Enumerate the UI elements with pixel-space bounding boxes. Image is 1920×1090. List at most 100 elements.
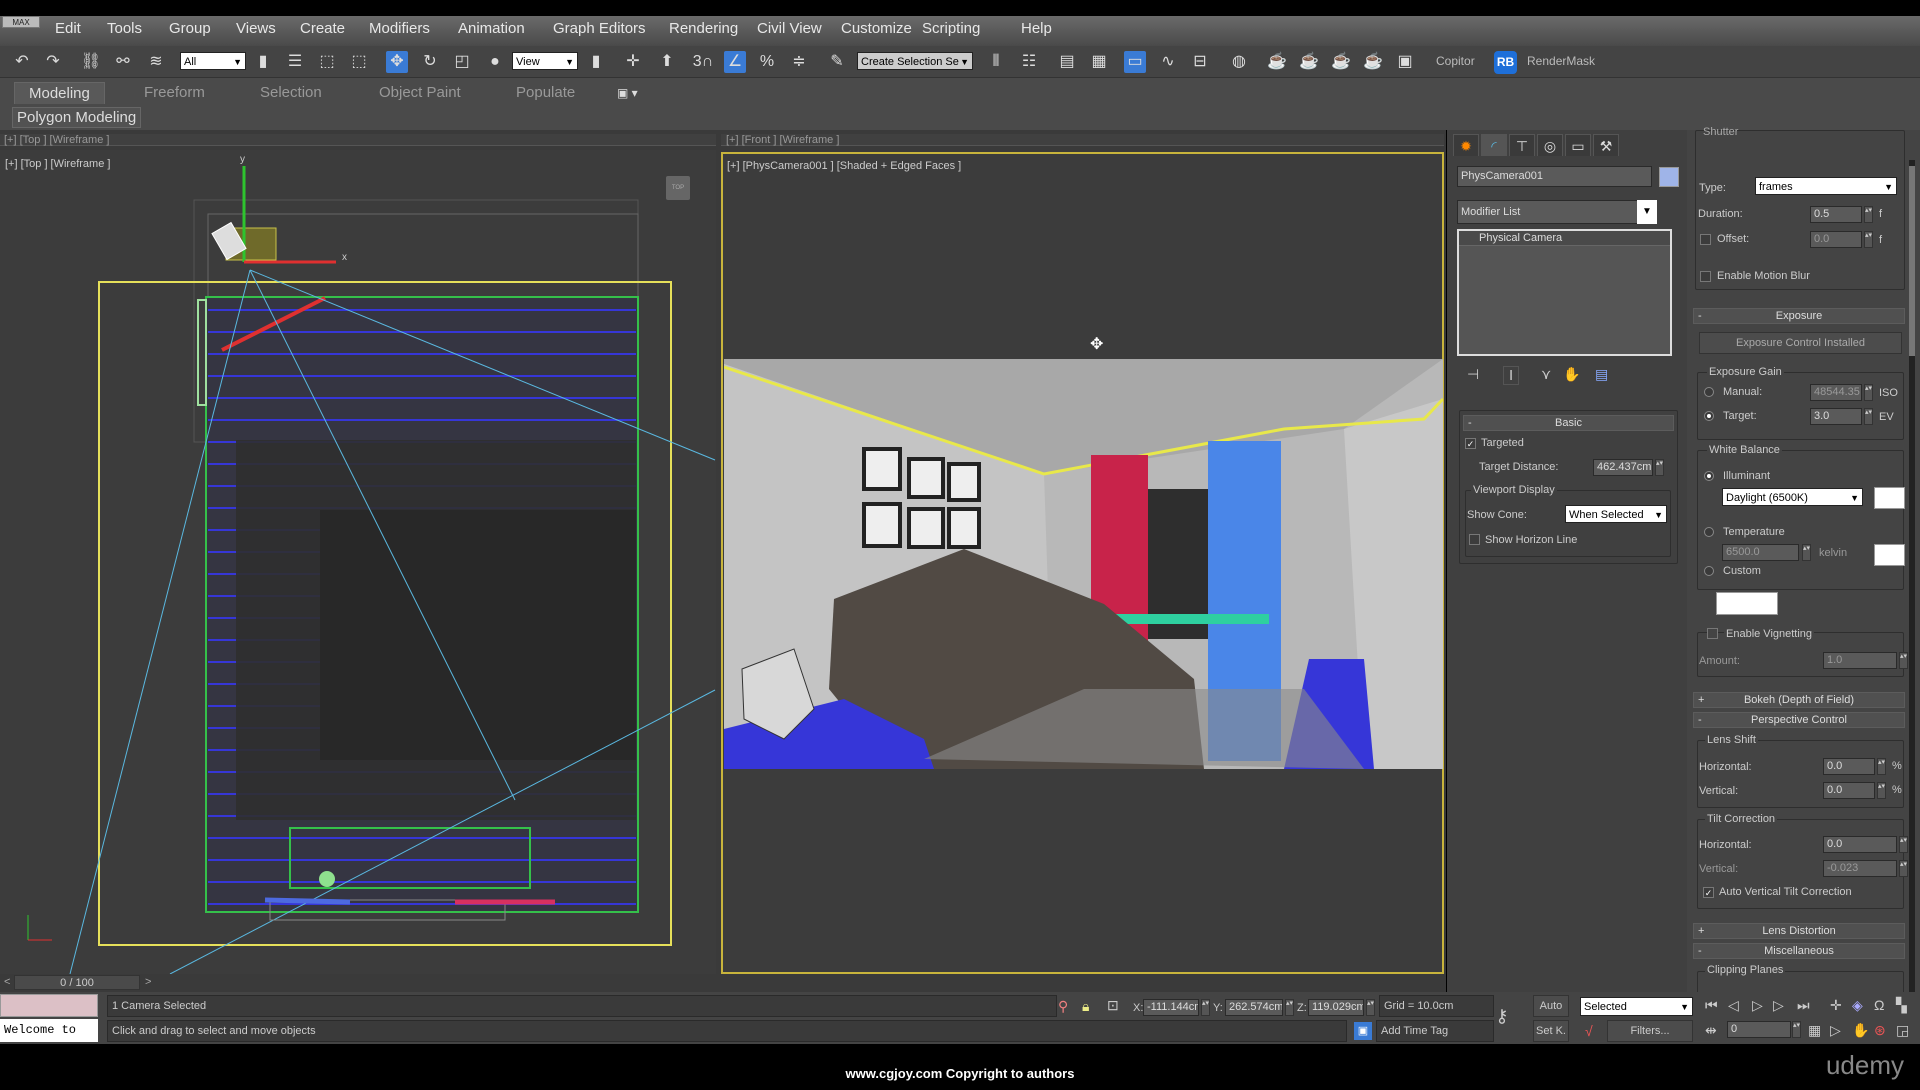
- temperature-color-swatch[interactable]: [1874, 544, 1905, 566]
- tilt-horizontal-spinner[interactable]: ▴▾: [1899, 836, 1908, 853]
- chevron-down-icon[interactable]: ▼: [1637, 200, 1657, 224]
- command-panel-scrollbar[interactable]: [1909, 160, 1915, 994]
- zoom-icon[interactable]: ✛: [1830, 997, 1842, 1014]
- front-mini-viewport-label[interactable]: [+] [Front ] [Wireframe ]: [726, 134, 839, 146]
- go-to-start-icon[interactable]: ⏮: [1705, 997, 1718, 1014]
- enable-motion-blur-checkbox[interactable]: [1700, 271, 1711, 282]
- maxscript-listener-input[interactable]: [0, 994, 98, 1017]
- rect-selection-icon[interactable]: ⬚: [316, 51, 338, 73]
- tab-populate[interactable]: Populate: [516, 84, 575, 101]
- orbit-icon[interactable]: Ω: [1874, 997, 1884, 1013]
- key-filter-dropdown[interactable]: Selected: [1580, 997, 1693, 1016]
- time-slider-thumb[interactable]: 0 / 100: [14, 975, 140, 990]
- unlink-icon[interactable]: ⚯: [112, 51, 134, 73]
- menu-civil-view[interactable]: Civil View: [757, 20, 822, 37]
- field-of-view-icon[interactable]: ▷: [1830, 1022, 1841, 1039]
- z-coordinate-field[interactable]: 119.029cm: [1308, 999, 1364, 1016]
- remove-modifier-icon[interactable]: ✋: [1563, 366, 1580, 383]
- time-slider-prev-button[interactable]: <: [4, 976, 10, 988]
- exposure-rollout-header[interactable]: - Exposure: [1693, 308, 1905, 324]
- schematic-view-icon[interactable]: ⊟: [1189, 51, 1211, 73]
- hierarchy-tab-icon[interactable]: ⊤: [1509, 134, 1535, 156]
- render-production-icon[interactable]: ☕: [1330, 51, 1352, 73]
- show-horizon-line-checkbox[interactable]: [1469, 534, 1480, 545]
- target-ev-field[interactable]: 3.0: [1810, 408, 1862, 425]
- absolute-relative-icon[interactable]: ⊡: [1107, 997, 1119, 1014]
- exposure-control-installed-button[interactable]: Exposure Control Installed: [1699, 332, 1902, 354]
- pan-hand-icon[interactable]: ✋: [1852, 1022, 1869, 1039]
- align-icon[interactable]: ☷: [1018, 51, 1040, 73]
- target-radio[interactable]: [1704, 411, 1714, 421]
- utilities-tab-icon[interactable]: ⚒: [1593, 134, 1619, 156]
- menu-create[interactable]: Create: [300, 20, 345, 37]
- offset-field[interactable]: 0.0: [1810, 231, 1862, 248]
- menu-group[interactable]: Group: [169, 20, 211, 37]
- tilt-vertical-field[interactable]: -0.023: [1823, 860, 1897, 877]
- tilt-vertical-spinner[interactable]: ▴▾: [1899, 860, 1908, 877]
- manipulate-icon[interactable]: ✛: [622, 51, 644, 73]
- snap-toggle-icon[interactable]: 3∩: [692, 51, 714, 73]
- menu-rendering[interactable]: Rendering: [669, 20, 738, 37]
- ribbon-options-icon[interactable]: ▣ ▾: [617, 86, 638, 100]
- x-spinner[interactable]: ▴▾: [1201, 999, 1210, 1016]
- rendered-frame-window-icon[interactable]: ☕: [1298, 51, 1320, 73]
- make-unique-icon[interactable]: ⋎: [1541, 366, 1551, 383]
- time-slider-next-button[interactable]: >: [145, 976, 151, 988]
- curve-editor-icon[interactable]: ∿: [1157, 51, 1179, 73]
- lens-distortion-rollout-header[interactable]: + Lens Distortion: [1693, 923, 1905, 939]
- top-mini-viewport-label[interactable]: [+] [Top ] [Wireframe ]: [4, 134, 109, 146]
- keyboard-shortcut-override-icon[interactable]: ⬆: [656, 51, 678, 73]
- time-slider[interactable]: < 0 / 100 >: [0, 975, 1446, 991]
- temperature-radio[interactable]: [1704, 527, 1714, 537]
- select-scale-icon[interactable]: ◰: [451, 51, 473, 73]
- manual-iso-field[interactable]: 48544.35: [1810, 384, 1862, 401]
- illuminant-dropdown[interactable]: Daylight (6500K): [1722, 488, 1863, 507]
- manual-spinner[interactable]: ▴▾: [1864, 384, 1873, 401]
- object-color-swatch[interactable]: [1659, 167, 1679, 187]
- z-spinner[interactable]: ▴▾: [1366, 999, 1375, 1016]
- current-frame-spinner[interactable]: ▴▾: [1792, 1021, 1801, 1038]
- previous-frame-icon[interactable]: ◁: [1728, 997, 1739, 1014]
- configure-modifier-sets-icon[interactable]: ▤: [1595, 366, 1608, 383]
- menu-tools[interactable]: Tools: [107, 20, 142, 37]
- amount-spinner[interactable]: ▴▾: [1899, 652, 1908, 669]
- select-by-name-icon[interactable]: ☰: [284, 51, 306, 73]
- tilt-horizontal-field[interactable]: 0.0: [1823, 836, 1897, 853]
- time-tag-icon[interactable]: ▣: [1354, 1022, 1372, 1040]
- targeted-checkbox[interactable]: ✓: [1465, 438, 1476, 449]
- illuminant-radio[interactable]: [1704, 471, 1714, 481]
- time-configuration-icon[interactable]: ▦: [1808, 1022, 1821, 1039]
- target-distance-spinner[interactable]: ▴▾: [1655, 459, 1664, 476]
- polygon-modeling-panel[interactable]: Polygon Modeling: [12, 107, 142, 128]
- bind-space-warp-icon[interactable]: ≋: [145, 51, 167, 73]
- target-distance-field[interactable]: 462.437cm: [1593, 459, 1653, 476]
- manual-radio[interactable]: [1704, 387, 1714, 397]
- custom-radio[interactable]: [1704, 566, 1714, 576]
- redo-icon[interactable]: ↷: [42, 51, 64, 73]
- modifier-list-dropdown[interactable]: Modifier List: [1457, 200, 1657, 224]
- default-tangent-icon[interactable]: √: [1585, 1023, 1593, 1039]
- render-iterative-icon[interactable]: ☕: [1362, 51, 1384, 73]
- offset-spinner[interactable]: ▴▾: [1864, 231, 1873, 248]
- key-mode-toggle-icon[interactable]: ⇹: [1705, 1022, 1717, 1039]
- auto-vertical-tilt-checkbox[interactable]: ✓: [1703, 887, 1714, 898]
- select-rotate-icon[interactable]: ↻: [419, 51, 441, 73]
- walk-through-icon[interactable]: ⊛: [1874, 1022, 1886, 1039]
- tab-modeling[interactable]: Modeling: [14, 82, 105, 104]
- display-tab-icon[interactable]: ▭: [1565, 134, 1591, 156]
- temperature-field[interactable]: 6500.0: [1722, 544, 1799, 561]
- offset-checkbox[interactable]: [1700, 234, 1711, 245]
- layer-explorer-icon[interactable]: ▦: [1088, 51, 1110, 73]
- menu-edit[interactable]: Edit: [55, 20, 81, 37]
- lens-shift-horizontal-field[interactable]: 0.0: [1823, 758, 1875, 775]
- enable-vignetting-checkbox[interactable]: [1707, 628, 1718, 639]
- window-crossing-icon[interactable]: ⬚: [348, 51, 370, 73]
- menu-graph-editors[interactable]: Graph Editors: [553, 20, 646, 37]
- illuminant-color-swatch[interactable]: [1874, 487, 1905, 509]
- render-frame-icon[interactable]: ▣: [1394, 51, 1416, 73]
- rendermask-button[interactable]: RenderMask: [1527, 54, 1595, 68]
- select-move-icon[interactable]: ✥: [386, 51, 408, 73]
- custom-color-swatch[interactable]: [1716, 592, 1778, 615]
- lens-shift-horizontal-spinner[interactable]: ▴▾: [1877, 758, 1886, 775]
- bokeh-rollout-header[interactable]: + Bokeh (Depth of Field): [1693, 692, 1905, 708]
